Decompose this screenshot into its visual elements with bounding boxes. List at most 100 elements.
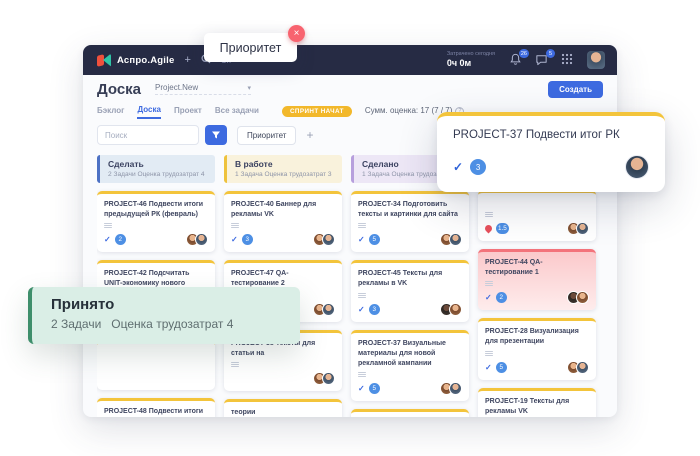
task-card[interactable]: 1.5 [478, 190, 596, 241]
board-column: В работе 1 Задача Оценка трудозатрат 3 PRO… [224, 155, 342, 417]
apps-grid-icon[interactable] [561, 53, 575, 67]
tab-backlog[interactable]: Бэклог [97, 104, 124, 118]
task-card[interactable]: PROJECT-23 Итоги РК✓5 [351, 409, 469, 417]
task-card-title: PROJECT-28 Визуализация для презентации [485, 327, 589, 347]
tab-project[interactable]: Проект [174, 104, 202, 118]
description-icon [231, 223, 239, 228]
user-avatar[interactable] [587, 51, 605, 69]
assignee-avatar [449, 233, 462, 246]
assignee-avatars [313, 233, 335, 246]
task-card-footer: ✓5 [358, 382, 462, 395]
assignee-avatar [322, 233, 335, 246]
card-popup-title: PROJECT-37 Подвести итог РК [453, 129, 649, 141]
estimate-badge: 5 [496, 362, 507, 373]
assignee-avatar [322, 303, 335, 316]
priority-filter-chip[interactable]: Приоритет [237, 126, 296, 145]
task-card-title [485, 199, 589, 209]
check-icon: ✓ [485, 363, 492, 372]
column-subtitle: 1 Задача Оценка трудозатрат 3 [235, 171, 334, 178]
column-subtitle: 2 Задачи Оценка трудозатрат 4 [108, 171, 207, 178]
task-card-footer [231, 372, 335, 385]
task-card-footer: ✓3 [358, 303, 462, 316]
assignee-avatar [322, 372, 335, 385]
assignee-avatar [195, 233, 208, 246]
create-button[interactable]: Создать [548, 81, 603, 98]
task-card-title: PROJECT-37 Визуальные материалы для ново… [358, 339, 462, 369]
task-card-footer: ✓3 [231, 233, 335, 246]
app-topbar: Аспро.Agile + Сп Затрачено сегодня 0ч 0м… [83, 45, 617, 75]
task-card[interactable]: PROJECT-37 Визуальные материалы для ново… [351, 330, 469, 401]
add-filter-icon[interactable]: + [306, 128, 313, 142]
assignee-avatars [567, 222, 589, 235]
add-icon[interactable]: + [184, 55, 190, 66]
accepted-title: Принято [51, 296, 300, 313]
task-card[interactable]: PROJECT-28 Визуализация для презентации ✓… [478, 318, 596, 379]
column-title: Сделать [108, 159, 207, 169]
assignee-avatars [440, 233, 462, 246]
task-card-title: PROJECT-19 Тексты для рекламы VK [485, 397, 589, 417]
time-tracked-label: Затрачено сегодня [447, 51, 495, 58]
assignee-avatar [576, 222, 589, 235]
description-icon [485, 351, 493, 356]
board-column: Сделать 2 Задачи Оценка трудозатрат 4 PROJ… [97, 155, 215, 417]
task-card-footer: 1.5 [485, 222, 589, 235]
app-logo[interactable]: Аспро.Agile [97, 54, 174, 67]
page-background: Аспро.Agile + Сп Затрачено сегодня 0ч 0м… [0, 0, 700, 456]
task-card[interactable]: PROJECT-44 QA-тестирование 1✓2 [478, 249, 596, 310]
assignee-avatars [313, 303, 335, 316]
check-icon: ✓ [358, 305, 365, 314]
notifications-bell-icon[interactable]: 26 [509, 53, 523, 67]
description-icon [485, 281, 493, 286]
assignee-avatar [449, 303, 462, 316]
task-card-title: PROJECT-48 Подвести итоги РК [104, 407, 208, 417]
check-icon: ✓ [231, 235, 238, 244]
task-card[interactable] [97, 340, 215, 390]
task-card[interactable]: PROJECT-45 Тексты для рекламы в VK✓3 [351, 260, 469, 321]
assignee-avatars [440, 382, 462, 395]
estimate-badge: 5 [369, 383, 380, 394]
task-card[interactable]: PROJECT-19 Тексты для рекламы VK✓5 [478, 388, 596, 417]
task-card-footer: ✓2 [485, 291, 589, 304]
description-icon [358, 372, 366, 377]
task-card[interactable]: PROJECT-48 Подвести итоги РК✓2 [97, 398, 215, 417]
estimate-badge: 1.5 [496, 223, 509, 234]
app-window: Аспро.Agile + Сп Затрачено сегодня 0ч 0м… [83, 45, 617, 417]
assignee-avatars [567, 361, 589, 374]
estimate-badge: 3 [242, 234, 253, 245]
search-input[interactable] [97, 125, 199, 145]
close-icon[interactable]: × [288, 25, 305, 42]
messages-chat-icon[interactable]: 5 [535, 53, 549, 67]
card-popup[interactable]: PROJECT-37 Подвести итог РК ✓ 3 [437, 112, 665, 192]
task-card-footer: ✓5 [485, 361, 589, 374]
check-icon: ✓ [358, 384, 365, 393]
task-card[interactable]: теории✓3 [224, 399, 342, 417]
assignee-avatars [440, 303, 462, 316]
tab-board[interactable]: Доска [137, 103, 160, 119]
board-column: Сделано1 Задача Оценка трудозатрат 3PROJ… [351, 155, 469, 417]
check-icon: ✓ [453, 160, 463, 174]
task-card[interactable]: PROJECT-34 Подготовить тексты и картинки… [351, 191, 469, 252]
description-icon [104, 223, 112, 228]
board-select[interactable]: Project.New ▾ [155, 83, 251, 95]
task-card[interactable]: PROJECT-46 Подвести итоги предыдущей РК … [97, 191, 215, 252]
estimate-badge: 3 [470, 159, 486, 175]
task-card-title: PROJECT-46 Подвести итоги предыдущей РК … [104, 200, 208, 220]
description-icon [485, 212, 493, 217]
task-card-title: PROJECT-34 Подготовить тексты и картинки… [358, 200, 462, 220]
task-card-title: PROJECT-45 Тексты для рекламы в VK [358, 269, 462, 289]
task-card-title: теории [231, 408, 335, 417]
task-card[interactable]: PROJECT-40 Баннер для рекламы VK✓3 [224, 191, 342, 252]
time-tracked: Затрачено сегодня 0ч 0м [447, 51, 495, 68]
filter-funnel-button[interactable] [205, 125, 227, 145]
chevron-down-icon: ▾ [248, 84, 252, 92]
column-title: В работе [235, 159, 334, 169]
estimate-badge: 5 [369, 234, 380, 245]
estimate-badge: 3 [369, 304, 380, 315]
tab-all-tasks[interactable]: Все задачи [215, 104, 259, 118]
app-name: Аспро.Agile [117, 55, 174, 66]
fire-icon [485, 224, 492, 233]
accepted-column-preview: Принято 2 Задачи Оценка трудозатрат 4 [28, 287, 300, 344]
task-card-title: PROJECT-40 Баннер для рекламы VK [231, 200, 335, 220]
time-tracked-value: 0ч 0м [447, 58, 495, 69]
estimate-badge: 2 [496, 292, 507, 303]
